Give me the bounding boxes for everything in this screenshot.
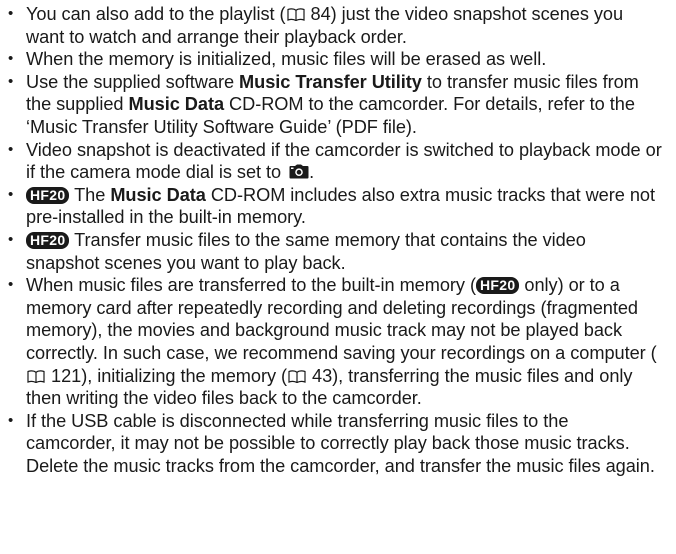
- bullet: •: [8, 140, 14, 158]
- page-reference: 121: [51, 365, 82, 386]
- bullet: •: [8, 5, 14, 22]
- list-item: • HF20 Transfer music files to the same …: [8, 229, 586, 273]
- model-badge: HF20: [26, 231, 70, 249]
- list-item: • When music files are transferred to th…: [8, 275, 657, 409]
- bullet: •: [8, 230, 14, 248]
- bullet: •: [8, 50, 14, 68]
- cd-rom-name: Music Data: [110, 184, 206, 205]
- list-item: • Video snapshot is deactivated if the c…: [8, 139, 662, 183]
- book-reference-icon: [288, 369, 306, 383]
- model-badge: HF20: [475, 277, 520, 295]
- page-reference: 84: [310, 4, 331, 24]
- model-badge: HF20: [26, 186, 70, 204]
- book-reference-icon: [27, 369, 45, 383]
- camera-mode-icon: [289, 162, 309, 179]
- page-reference: 43: [312, 365, 333, 386]
- manual-page: • You can also add to the playlist ( 84)…: [0, 0, 676, 554]
- list-item: • When the memory is initialized, music …: [8, 49, 547, 70]
- book-reference-icon: [286, 8, 305, 21]
- list-item: • Use the supplied software Music Transf…: [8, 71, 639, 137]
- bullet: •: [8, 411, 14, 429]
- list-item: • HF20 The Music Data CD-ROM includes al…: [8, 184, 655, 228]
- software-name: Music Transfer Utility: [239, 71, 422, 92]
- list-item: • You can also add to the playlist ( 84)…: [8, 4, 624, 47]
- bullet: •: [8, 185, 14, 203]
- cd-rom-name: Music Data: [128, 94, 225, 115]
- notes-list: • You can also add to the playlist ( 84)…: [6, 3, 662, 477]
- bullet: •: [8, 72, 14, 90]
- bullet: •: [8, 276, 14, 294]
- list-item: • If the USB cable is disconnected while…: [8, 410, 655, 476]
